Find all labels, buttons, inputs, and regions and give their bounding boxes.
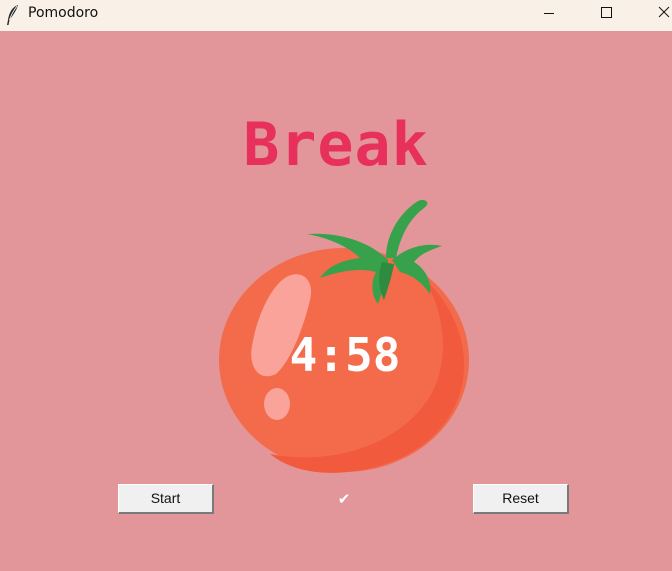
minimize-icon: [544, 13, 554, 14]
minimize-button[interactable]: [526, 0, 572, 31]
close-button[interactable]: [640, 0, 672, 31]
mode-heading: Break: [243, 110, 429, 180]
start-button[interactable]: Start: [118, 484, 214, 514]
maximize-button[interactable]: [584, 0, 630, 31]
main-content: Break 4:58 Start ✔ Reset: [0, 31, 672, 571]
close-icon: [658, 6, 670, 18]
feather-icon: [7, 5, 18, 25]
pomodoro-window: Pomodoro Break 4:58 Start ✔ Reset: [0, 0, 672, 571]
window-title: Pomodoro: [28, 5, 99, 21]
title-bar[interactable]: Pomodoro: [0, 0, 672, 31]
reset-button[interactable]: Reset: [473, 484, 569, 514]
maximize-icon: [601, 7, 612, 18]
checkmarks-label: ✔: [337, 490, 351, 508]
timer-text: 4:58: [289, 328, 401, 382]
